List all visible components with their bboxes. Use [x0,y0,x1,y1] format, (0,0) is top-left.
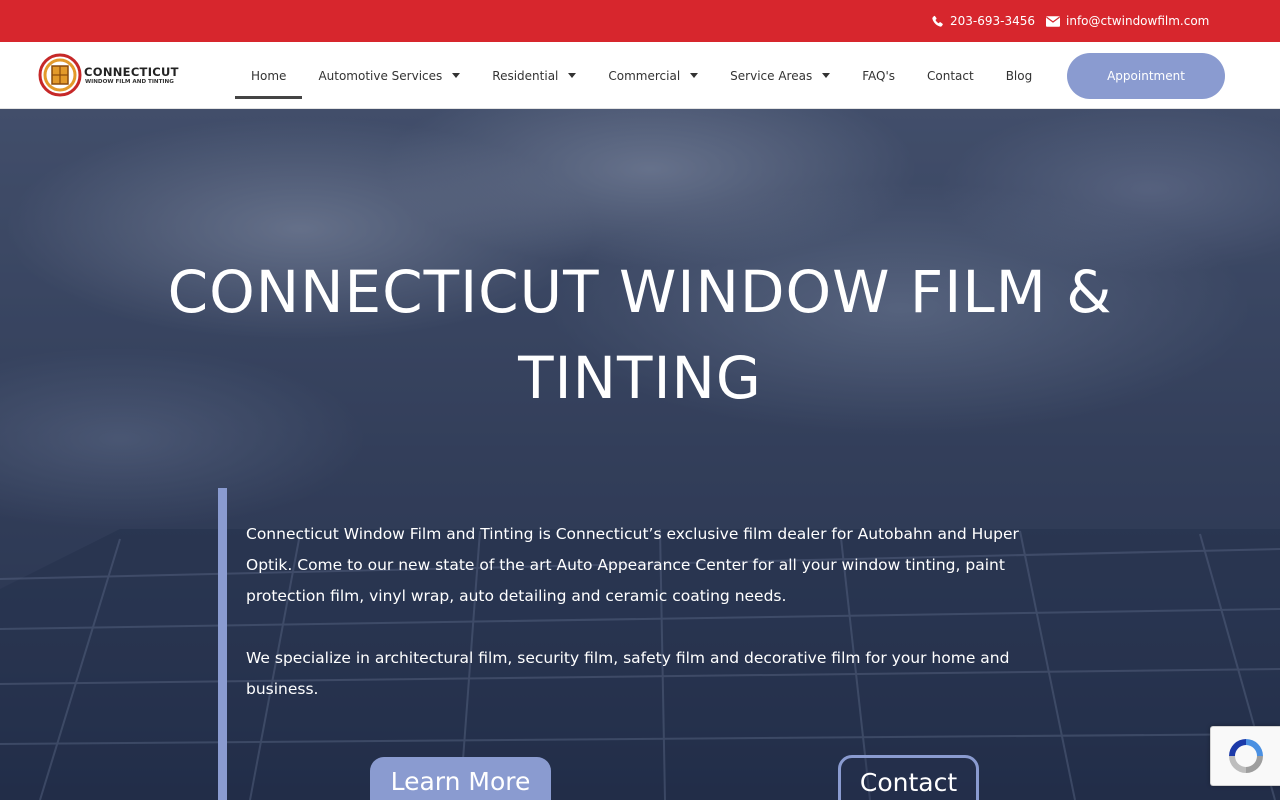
quote-accent-bar [218,488,227,800]
recaptcha-icon [1228,739,1263,773]
nav-automotive-services[interactable]: Automotive Services [302,42,476,109]
nav-blog[interactable]: Blog [990,42,1049,109]
nav-faqs-label: FAQ's [862,68,895,83]
caret-down-icon [452,73,461,78]
nav-residential[interactable]: Residential [476,42,592,109]
nav-automotive-label: Automotive Services [318,68,443,83]
top-bar: 203-693-3456 info@ctwindowfilm.com [0,0,1280,42]
caret-down-icon [690,73,699,78]
phone-icon [932,15,943,27]
nav-commercial-label: Commercial [608,68,681,83]
recaptcha-badge[interactable] [1210,726,1280,786]
phone-number: 203-693-3456 [950,14,1036,28]
nav-faqs[interactable]: FAQ's [846,42,911,109]
nav-service-areas-label: Service Areas [730,68,813,83]
nav-residential-label: Residential [492,68,559,83]
site-logo[interactable]: CONNECTICUT WINDOW FILM AND TINTING [38,52,188,98]
nav-blog-label: Blog [1005,68,1033,83]
nav-service-areas[interactable]: Service Areas [714,42,846,109]
appointment-button[interactable]: Appointment [1067,53,1225,99]
hero-paragraph-2: We specialize in architectural film, sec… [246,649,1010,698]
main-nav: Home Automotive Services Residential Com… [235,42,1048,109]
phone-link[interactable]: 203-693-3456 [931,0,1035,42]
email-address: info@ctwindowfilm.com [1066,14,1210,28]
email-link[interactable]: info@ctwindowfilm.com [1046,0,1209,42]
hero-section: CONNECTICUT WINDOW FILM & TINTING Connec… [0,109,1280,800]
nav-contact[interactable]: Contact [911,42,990,109]
contact-button[interactable]: Contact [838,755,979,800]
hero-title: CONNECTICUT WINDOW FILM & TINTING [167,258,1113,412]
caret-down-icon [568,73,577,78]
logo-name: CONNECTICUT [84,65,179,79]
logo-tagline: WINDOW FILM AND TINTING [85,79,174,85]
nav-home[interactable]: Home [235,42,303,109]
nav-commercial[interactable]: Commercial [592,42,714,109]
site-header: CONNECTICUT WINDOW FILM AND TINTING Home… [0,42,1280,109]
nav-contact-label: Contact [927,68,974,83]
hero-description: Connecticut Window Film and Tinting is C… [246,519,1036,736]
hero-paragraph-1: Connecticut Window Film and Tinting is C… [246,525,1019,605]
caret-down-icon [822,73,831,78]
learn-more-button[interactable]: Learn More [370,757,551,800]
envelope-icon [1046,15,1060,27]
nav-home-label: Home [251,68,287,83]
